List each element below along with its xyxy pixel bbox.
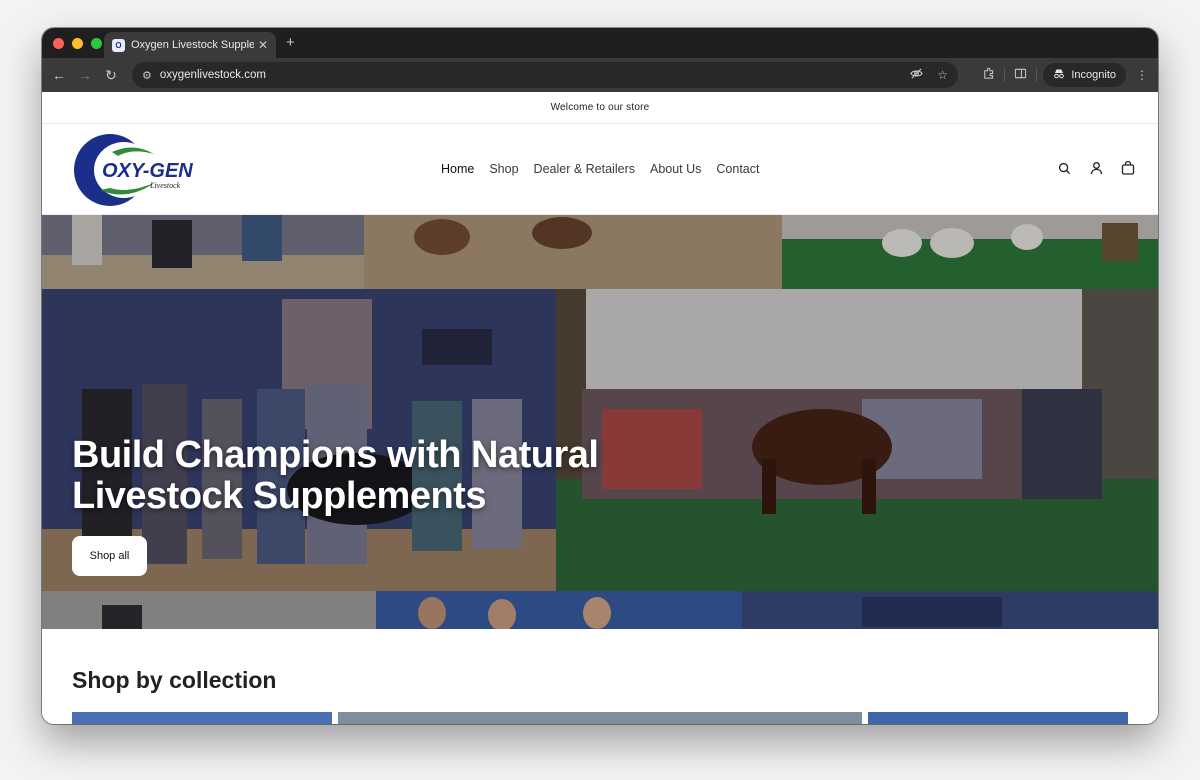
tab-title: Oxygen Livestock Supplemen (131, 39, 254, 51)
forward-icon[interactable]: → (72, 67, 98, 83)
nav-item-dealers[interactable]: Dealer & Retailers (534, 162, 635, 176)
hero-overlay (42, 215, 1158, 629)
incognito-indicator[interactable]: Incognito (1043, 63, 1126, 87)
logo-subtext: Livestock (149, 181, 181, 190)
address-bar[interactable]: ⚙ oxygenlivestock.com ☆ (132, 62, 958, 88)
hero-heading: Build Champions with Natural Livestock S… (72, 434, 599, 517)
url-text: oxygenlivestock.com (159, 69, 266, 81)
toolbar-divider (1036, 68, 1038, 82)
logo-wordmark: OXY-GEN (102, 160, 193, 182)
collection-heading: Shop by collection (72, 667, 277, 693)
minimize-window-button[interactable] (72, 37, 83, 49)
header-actions (1056, 160, 1136, 176)
collection-card[interactable] (338, 712, 862, 724)
maximize-window-button[interactable] (91, 37, 102, 49)
new-tab-icon[interactable]: + (286, 34, 295, 51)
incognito-icon (1053, 68, 1065, 82)
nav-item-home[interactable]: Home (441, 162, 474, 176)
store-logo[interactable]: OXY-GEN Livestock (72, 132, 206, 208)
incognito-label: Incognito (1071, 69, 1116, 81)
nav-item-shop[interactable]: Shop (489, 162, 518, 176)
search-icon[interactable] (1056, 160, 1072, 176)
close-window-button[interactable] (53, 37, 64, 49)
announcement-text: Welcome to our store (550, 102, 650, 113)
nav-item-contact[interactable]: Contact (716, 162, 759, 176)
reload-icon[interactable]: ↻ (98, 67, 124, 84)
extensions-icon[interactable] (982, 67, 995, 83)
collection-card[interactable] (868, 712, 1128, 724)
hero-banner: Build Champions with Natural Livestock S… (42, 215, 1158, 629)
shop-all-button[interactable]: Shop all (72, 536, 147, 576)
browser-toolbar: ← → ↻ ⚙ oxygenlivestock.com ☆ Incognito … (42, 58, 1158, 92)
window-controls (53, 37, 102, 49)
close-tab-icon[interactable]: ✕ (258, 38, 268, 52)
nav-item-about[interactable]: About Us (650, 162, 701, 176)
back-icon[interactable]: ← (46, 67, 72, 83)
toolbar-actions: Incognito ⋮ (973, 58, 1158, 92)
eye-off-icon[interactable] (910, 67, 923, 83)
cart-icon[interactable] (1120, 160, 1136, 176)
site-header: OXY-GEN Livestock Home Shop Dealer & Ret… (42, 124, 1158, 215)
account-icon[interactable] (1088, 160, 1104, 176)
tab-bar: O Oxygen Livestock Supplemen ✕ + (42, 28, 1158, 58)
announcement-bar: Welcome to our store (42, 92, 1158, 124)
toolbar-divider (1004, 68, 1006, 82)
collection-card[interactable] (72, 712, 332, 724)
browser-tab[interactable]: O Oxygen Livestock Supplemen ✕ (104, 32, 276, 58)
side-panel-icon[interactable] (1014, 67, 1027, 83)
browser-window: O Oxygen Livestock Supplemen ✕ + ← → ↻ ⚙… (42, 28, 1158, 724)
browser-menu-icon[interactable]: ⋮ (1136, 68, 1148, 82)
collection-cards (72, 712, 1128, 724)
web-page: Welcome to our store OXY-GEN Livestock H… (42, 92, 1158, 724)
main-navigation: Home Shop Dealer & Retailers About Us Co… (441, 162, 760, 176)
site-settings-icon[interactable]: ⚙ (142, 69, 152, 82)
collection-section: Shop by collection (42, 629, 1158, 724)
site-favicon-icon: O (112, 38, 125, 52)
bookmark-star-icon[interactable]: ☆ (937, 68, 948, 82)
